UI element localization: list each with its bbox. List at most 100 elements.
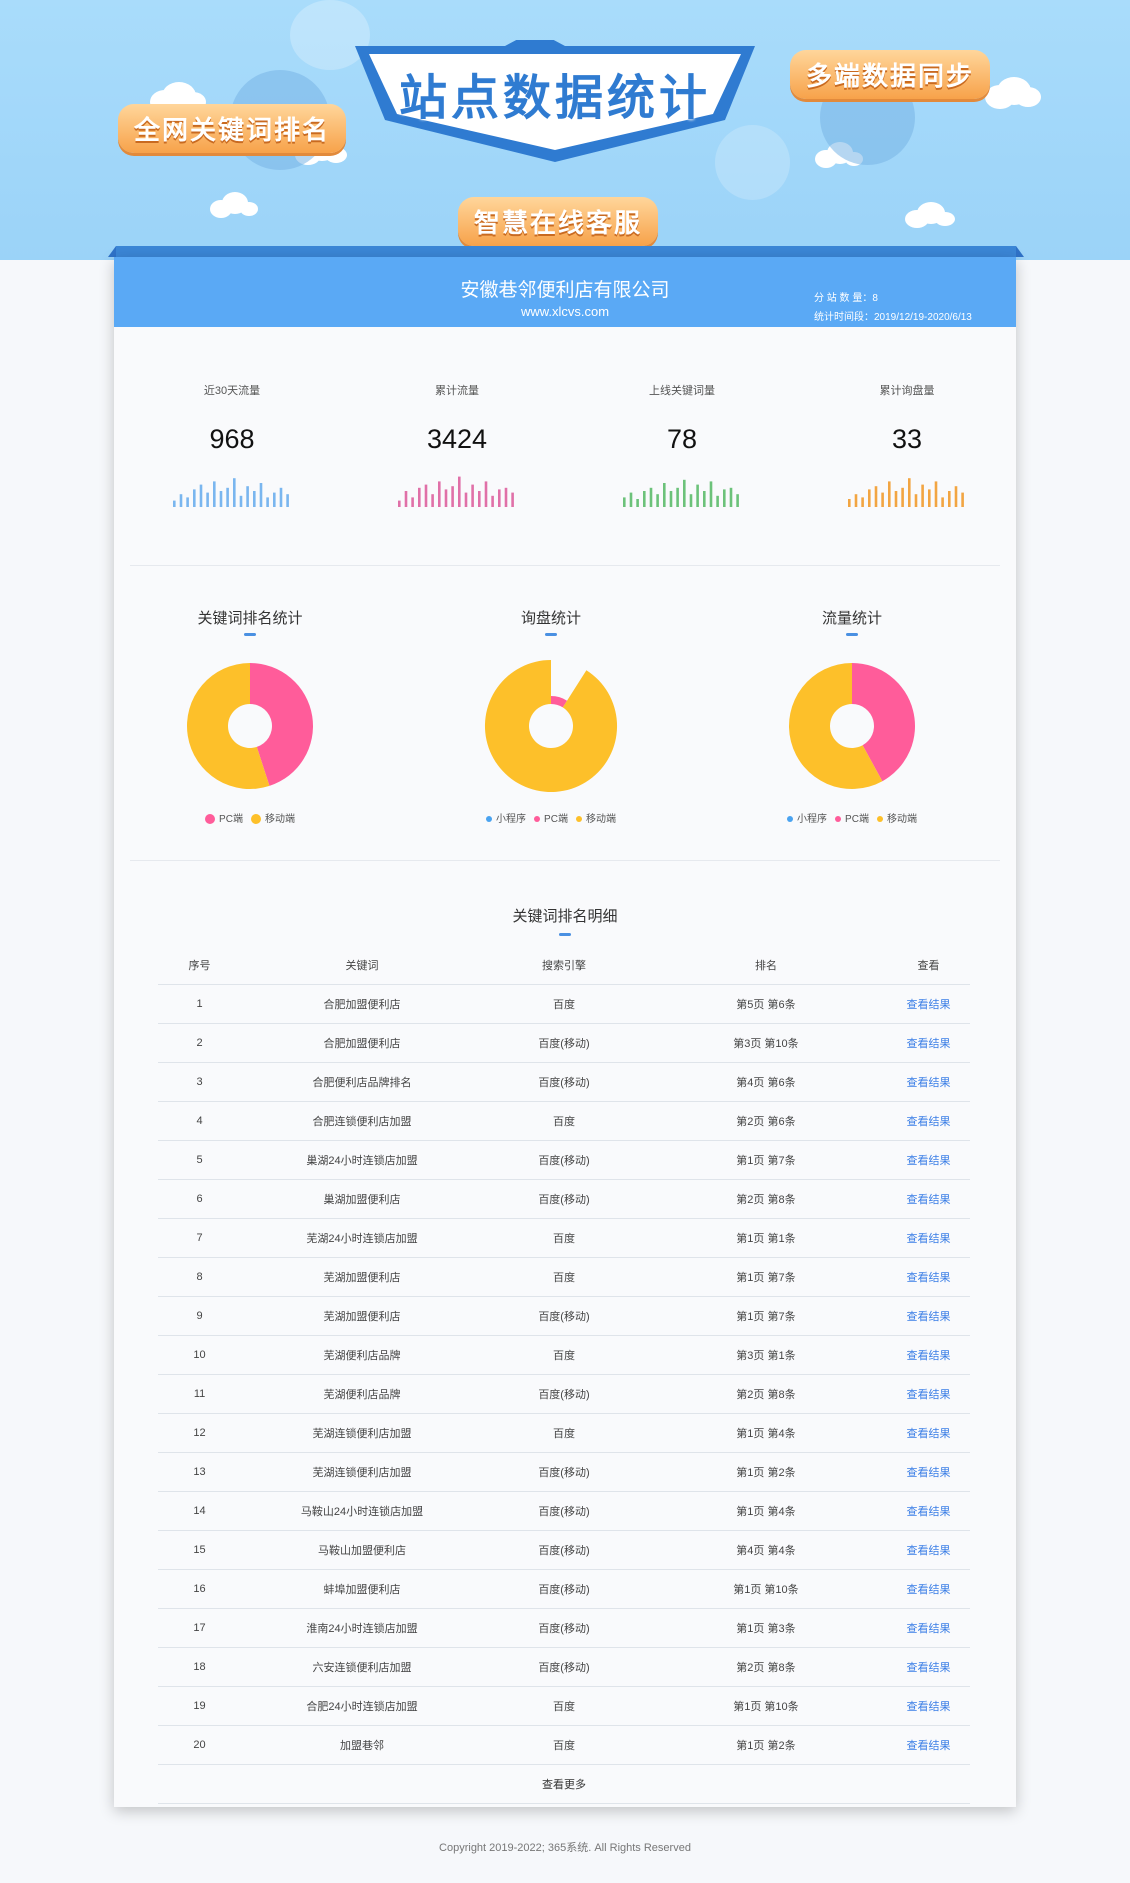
table-more-row: 查看更多 <box>158 1764 970 1804</box>
view-result-link[interactable]: 查看结果 <box>906 1623 950 1635</box>
table-row: 4 合肥连锁便利店加盟 百度 第2页 第6条 查看结果 <box>158 1101 970 1141</box>
row-index: 9 <box>158 1296 242 1336</box>
row-rank: 第3页 第1条 <box>645 1335 887 1375</box>
row-engine: 百度(移动) <box>482 1374 645 1414</box>
cloud-decoration <box>985 85 1015 109</box>
row-view-cell: 查看结果 <box>886 1101 970 1141</box>
view-result-link[interactable]: 查看结果 <box>906 999 950 1011</box>
view-result-link[interactable]: 查看结果 <box>906 1116 950 1128</box>
view-more-link[interactable]: 查看更多 <box>158 1764 970 1804</box>
ribbon-keyword-ranking: 全网关键词排名 <box>118 104 347 153</box>
sparkline-chart <box>623 479 739 507</box>
company-name: 安徽巷邻便利店有限公司 <box>460 280 670 301</box>
table-row: 9 芜湖加盟便利店 百度(移动) 第1页 第7条 查看结果 <box>158 1296 970 1336</box>
row-index: 2 <box>158 1023 242 1063</box>
pie-slice <box>484 659 618 793</box>
table-title-text: 关键词排名明细 <box>512 908 618 925</box>
row-engine: 百度 <box>482 1413 645 1453</box>
view-result-link[interactable]: 查看结果 <box>906 1038 950 1050</box>
row-view-cell: 查看结果 <box>886 1062 970 1102</box>
stat-value: 33 <box>891 424 923 454</box>
view-result-link[interactable]: 查看结果 <box>906 1194 950 1206</box>
pie-title: 询盘统计 <box>520 610 581 627</box>
sparkline-bar <box>723 489 726 507</box>
sparkline-bar <box>226 487 229 507</box>
sparkline-bar <box>233 478 236 507</box>
row-index: 14 <box>158 1491 242 1531</box>
sparkline-bar <box>484 481 488 507</box>
view-result-link[interactable]: 查看结果 <box>906 1740 950 1752</box>
stat-label: 累计询盘量 <box>879 385 935 397</box>
view-result-link[interactable]: 查看结果 <box>906 1311 950 1323</box>
row-view-cell: 查看结果 <box>886 1296 970 1336</box>
row-index: 20 <box>158 1725 242 1765</box>
row-view-cell: 查看结果 <box>886 984 970 1024</box>
sparkline-bar <box>894 491 898 507</box>
pie-legend: PC端 移动端 <box>120 810 380 825</box>
row-keyword: 巢湖24小时连锁店加盟 <box>241 1140 483 1180</box>
row-keyword: 合肥加盟便利店 <box>241 1023 483 1063</box>
table-row: 18 六安连锁便利店加盟 百度(移动) 第2页 第8条 查看结果 <box>158 1647 970 1687</box>
stat-value: 78 <box>666 424 698 454</box>
sparkline-chart <box>173 478 289 507</box>
view-result-link[interactable]: 查看结果 <box>906 1662 950 1674</box>
sparkline-bar <box>199 484 203 507</box>
row-view-cell: 查看结果 <box>886 1257 970 1297</box>
view-result-link[interactable]: 查看结果 <box>906 1467 950 1479</box>
row-keyword: 马鞍山24小时连锁店加盟 <box>241 1491 483 1531</box>
legend-label: 移动端 <box>264 814 295 825</box>
section-divider <box>130 860 1000 861</box>
sparkline-bar <box>491 495 494 507</box>
sparkline-bar <box>854 494 858 507</box>
view-result-link[interactable]: 查看结果 <box>906 1077 950 1089</box>
sparkline-bar <box>914 494 918 507</box>
table-row: 19 合肥24小时连锁店加盟 百度 第1页 第10条 查看结果 <box>158 1686 970 1726</box>
sparkline-bar <box>259 483 263 507</box>
pie-legend: 小程序 PC端 移动端 <box>421 810 681 825</box>
sparkline-bar <box>451 486 454 507</box>
sparkline-bar <box>186 497 189 507</box>
table-row: 1 合肥加盟便利店 百度 第5页 第6条 查看结果 <box>158 984 970 1024</box>
table-row: 11 芜湖便利店品牌 百度(移动) 第2页 第8条 查看结果 <box>158 1374 970 1414</box>
view-result-link[interactable]: 查看结果 <box>906 1350 950 1362</box>
legend-item: 移动端 <box>575 810 616 825</box>
legend-dot <box>575 816 582 823</box>
row-index: 1 <box>158 984 242 1024</box>
view-result-link[interactable]: 查看结果 <box>906 1389 950 1401</box>
row-rank: 第3页 第10条 <box>645 1023 887 1063</box>
sparkline-bar <box>649 487 653 507</box>
row-keyword: 蚌埠加盟便利店 <box>241 1569 483 1609</box>
sparkline-bar <box>273 492 276 507</box>
legend-label: 移动端 <box>886 814 917 825</box>
sparkline-bar <box>206 492 209 507</box>
row-keyword: 芜湖加盟便利店 <box>241 1296 483 1336</box>
sparkline-bar <box>418 487 421 507</box>
stat-label: 近30天流量 <box>203 385 261 397</box>
row-index: 13 <box>158 1452 242 1492</box>
view-result-link[interactable]: 查看结果 <box>906 1506 950 1518</box>
table-row: 8 芜湖加盟便利店 百度 第1页 第7条 查看结果 <box>158 1257 970 1297</box>
row-engine: 百度(移动) <box>482 1062 645 1102</box>
view-result-link[interactable]: 查看结果 <box>906 1233 950 1245</box>
sparkline-bar <box>961 492 964 507</box>
sparkline-bar <box>928 489 931 507</box>
stat-online-keywords: 上线关键词量 78 <box>582 382 782 507</box>
view-result-link[interactable]: 查看结果 <box>906 1272 950 1284</box>
view-result-link[interactable]: 查看结果 <box>906 1701 950 1713</box>
view-result-link[interactable]: 查看结果 <box>906 1545 950 1557</box>
sparkline-bar <box>656 494 659 507</box>
table-row: 10 芜湖便利店品牌 百度 第3页 第1条 查看结果 <box>158 1335 970 1375</box>
sparkline-bar <box>934 481 938 507</box>
legend-item: 移动端 <box>250 810 295 825</box>
view-result-link[interactable]: 查看结果 <box>906 1428 950 1440</box>
legend-dot <box>876 816 883 823</box>
row-engine: 百度 <box>482 1257 645 1297</box>
sparkline-bar <box>696 484 699 507</box>
row-engine: 百度(移动) <box>482 1608 645 1648</box>
view-result-link[interactable]: 查看结果 <box>906 1584 950 1596</box>
card-cap-right <box>1016 246 1024 257</box>
row-index: 4 <box>158 1101 242 1141</box>
sparkline-bar <box>431 494 434 507</box>
sparkline-bar <box>464 492 468 507</box>
view-result-link[interactable]: 查看结果 <box>906 1155 950 1167</box>
